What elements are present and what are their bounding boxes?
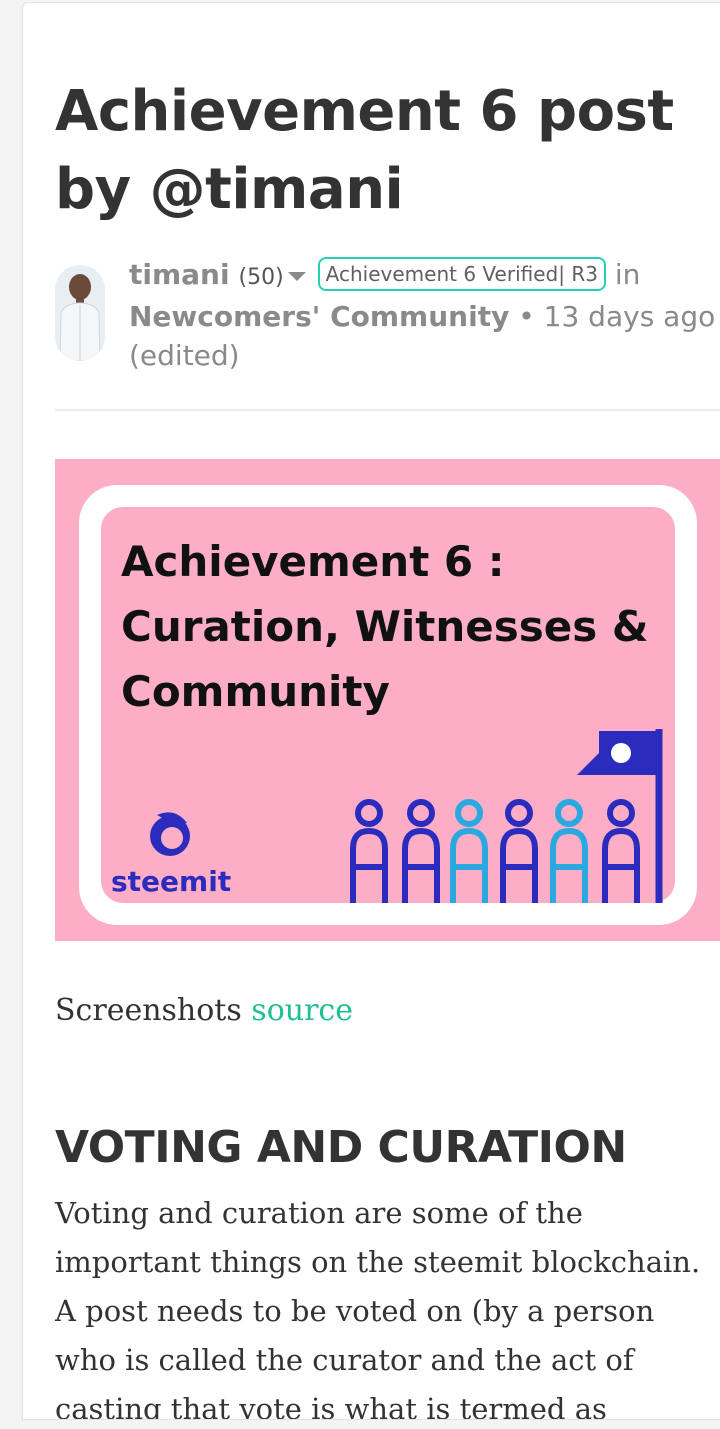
hero-text: Achievement 6 : Curation, Witnesses & Co… xyxy=(121,529,661,724)
status-badge: Achievement 6 Verified| R3 xyxy=(317,257,606,291)
source-link[interactable]: source xyxy=(251,993,353,1028)
author-link[interactable]: timani xyxy=(129,258,230,291)
avatar[interactable] xyxy=(55,265,105,361)
steemit-logo-icon xyxy=(150,812,190,856)
caption-text: Screenshots xyxy=(55,993,252,1028)
hero-text-line: Community xyxy=(121,667,390,716)
image-caption: Screenshots source xyxy=(55,989,353,1033)
post-title: Achievement 6 post by @timani xyxy=(55,79,674,222)
hero-text-line: Achievement 6 : xyxy=(121,537,505,586)
avatar-image xyxy=(55,265,105,361)
post-card: Achievement 6 post by @timani timani (50… xyxy=(22,2,720,1420)
edited-label: (edited) xyxy=(129,339,240,372)
steemit-logo-word: steemit xyxy=(111,865,232,898)
post-meta: timani (50) Achievement 6 Verified| R3 in… xyxy=(129,255,719,375)
post-timestamp[interactable]: 13 days ago xyxy=(544,300,716,333)
author-reputation: (50) xyxy=(238,265,284,290)
post-hero-image: Achievement 6 : Curation, Witnesses & Co… xyxy=(55,459,720,941)
section-heading: VOTING AND CURATION xyxy=(55,1122,627,1173)
meta-separator: • xyxy=(509,300,544,333)
caret-down-icon[interactable] xyxy=(287,271,306,281)
community-people-illustration xyxy=(350,729,663,903)
in-label: in xyxy=(605,258,641,291)
section-paragraph: Voting and curation are some of the impo… xyxy=(55,1196,701,1420)
divider xyxy=(55,409,720,411)
hero-text-line: Curation, Witnesses & xyxy=(121,602,649,651)
community-link[interactable]: Newcomers' Community xyxy=(129,300,509,333)
